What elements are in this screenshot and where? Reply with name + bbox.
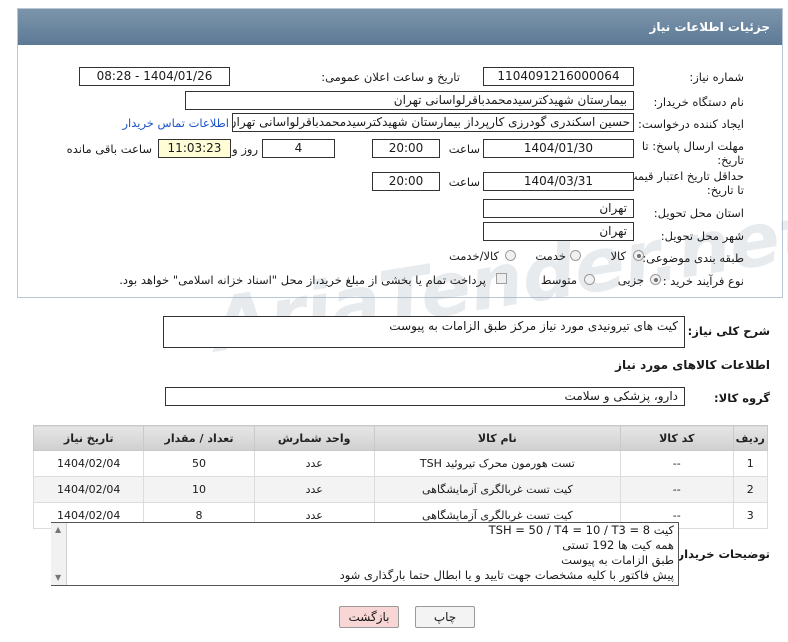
cell-row: 1 [732,450,768,477]
category-both-label: کالا/خدمت [448,249,499,263]
cell-date: 1404/02/04 [32,450,145,477]
category-label: طبقه بندی موضوعی: [642,251,744,265]
category-both-radio[interactable] [505,250,516,261]
need-number-label: شماره نیاز: [689,70,744,84]
buyer-contact-link[interactable]: اطلاعات تماس خریدار [122,115,229,131]
scroll-down-icon[interactable]: ▼ [55,574,61,582]
cell-quantity: 50 [143,450,255,477]
validity-label-date: تا تاریخ: [706,183,744,197]
category-goods-label: کالا [610,249,626,263]
city-field: تهران [483,222,634,241]
province-field: تهران [483,199,634,218]
buyer-notes-field: کیت TSH = 50 / T4 = 10 / T3 = 8 همه کیت … [51,522,679,586]
goods-group-field: دارو، پزشکی و سلامت [165,387,685,406]
cell-quantity: 10 [143,476,255,503]
buyer-org-label: نام دستگاه خریدار: [653,95,744,109]
cell-code: -- [620,450,734,477]
panel-title: جزئیات اطلاعات نیاز [18,9,782,45]
col-code: کد کالا [620,425,734,451]
city-label: شهر محل تحویل: [660,229,744,243]
buyer-notes-line: پیش فاکتور با کلیه مشخصات جهت تایید و یا… [339,568,674,582]
table-row: 1 -- تست هورمون محرک تیروئید TSH عدد 50 … [32,450,768,477]
treasury-payment-note: پرداخت تمام یا بخشی از مبلغ خرید،از محل … [119,273,486,287]
buyer-notes-line: همه کیت ها 192 تستی [562,538,674,552]
process-medium-label: متوسط [540,273,577,287]
cell-row: 2 [732,476,768,503]
remaining-time-field: 11:03:23 [158,139,231,158]
requester-label: ایجاد کننده درخواست: [638,117,744,131]
need-number-field: 1104091216000064 [483,67,634,86]
days-label: روز و [232,142,258,156]
validity-time-label: ساعت [448,175,480,189]
description-label: شرح کلی نیاز: [687,324,770,338]
process-minor-radio[interactable] [650,274,661,285]
col-unit: واحد شمارش [253,425,375,451]
days-remaining-field: 4 [262,139,335,158]
buyer-notes-line: طبق الزامات به پیوست [561,553,674,567]
category-service-radio[interactable] [570,250,581,261]
deadline-label-date: تاریخ: [717,153,744,167]
cell-name: تست هورمون محرک تیروئید TSH [373,450,622,477]
col-name: نام کالا [373,425,622,451]
deadline-time-label: ساعت [448,142,480,156]
announce-field: 1404/01/26 - 08:28 [79,67,230,86]
buyer-org-field: بیمارستان شهیدکترسیدمحمدباقرلواسانی تهرا… [185,91,634,110]
col-row: ردیف [732,425,768,451]
category-service-label: خدمت [535,249,566,263]
goods-group-label: گروه کالا: [714,391,770,405]
back-button[interactable]: بازگشت [339,606,399,628]
description-field: کیت های تیرونیدی مورد نیاز مرکز طبق الزا… [163,316,685,348]
deadline-date-field: 1404/01/30 [483,139,634,158]
category-goods-radio[interactable] [633,250,644,261]
items-section-title: اطلاعات کالاهای مورد نیاز [615,358,770,372]
buyer-notes-label: توضیحات خریدار: [672,547,770,561]
cell-row: 3 [732,502,768,529]
validity-date-field: 1404/03/31 [483,172,634,191]
process-medium-radio[interactable] [584,274,595,285]
process-label: نوع فرآیند خرید : [662,274,744,288]
cell-code: -- [620,476,734,503]
process-minor-label: جزیی [617,273,644,287]
validity-time-field: 20:00 [372,172,440,191]
cell-unit: عدد [253,476,375,503]
scroll-up-icon[interactable]: ▲ [55,526,61,534]
buyer-notes-scrollbar[interactable]: ▲ ▼ [51,523,67,585]
remaining-time-label: ساعت باقی مانده [66,142,152,156]
items-table: ردیف کد کالا نام کالا واحد شمارش تعداد /… [32,425,768,529]
cell-date: 1404/02/04 [32,476,145,503]
table-row: 2 -- کیت تست غربالگری آزمایشگاهی عدد 10 … [32,476,768,503]
print-button[interactable]: چاپ [415,606,475,628]
cell-unit: عدد [253,450,375,477]
buyer-notes-line: کیت TSH = 50 / T4 = 10 / T3 = 8 [488,523,674,537]
col-date: تاریخ نیاز [32,425,145,451]
cell-name: کیت تست غربالگری آزمایشگاهی [373,476,622,503]
announce-label: تاریخ و ساعت اعلان عمومی: [321,70,460,84]
deadline-time-field: 20:00 [372,139,440,158]
col-quantity: تعداد / مقدار [143,425,255,451]
requester-field: حسین اسکندری گودرزی کارپرداز بیمارستان ش… [232,113,634,132]
province-label: استان محل تحویل: [653,206,744,220]
treasury-payment-checkbox[interactable] [496,273,507,284]
